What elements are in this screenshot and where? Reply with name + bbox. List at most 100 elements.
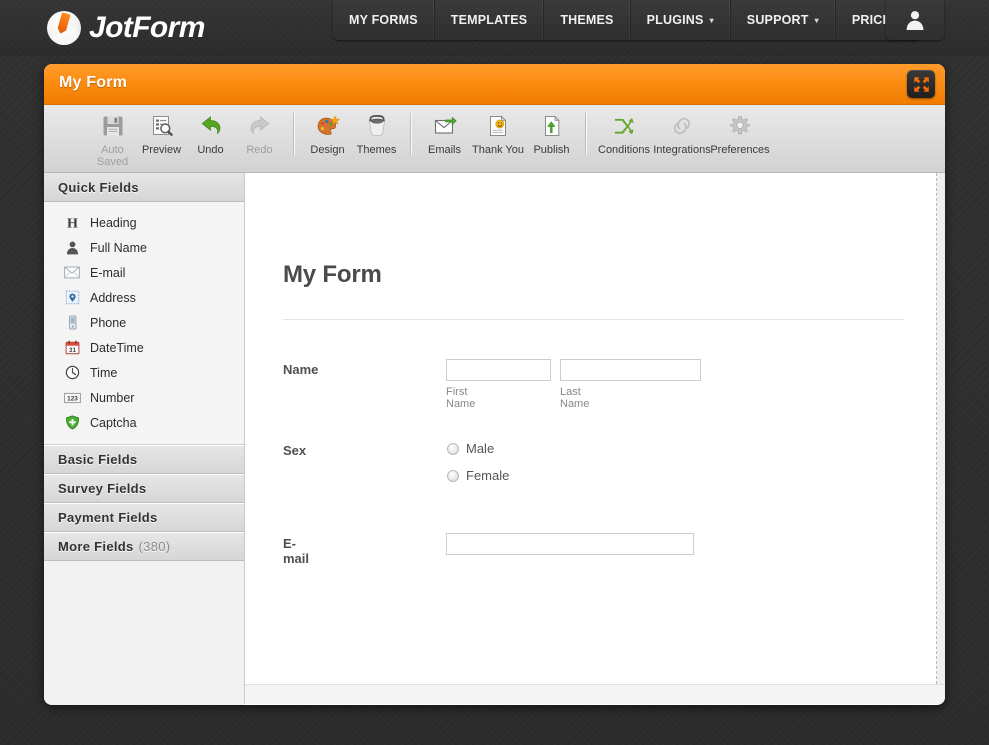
panel-header-basic-fields[interactable]: Basic Fields: [44, 445, 244, 474]
svg-text:31: 31: [69, 347, 76, 354]
quick-field-time[interactable]: Time: [44, 360, 244, 385]
field-label-sex: Sex: [283, 443, 307, 458]
nav-item-themes[interactable]: THEMES: [544, 0, 631, 40]
number-123-icon: 123: [62, 389, 82, 407]
panel-header-survey-fields[interactable]: Survey Fields: [44, 474, 244, 503]
radio-option-female[interactable]: Female: [447, 468, 509, 483]
quick-field-number[interactable]: 123 Number: [44, 385, 244, 410]
form-title-bar: My Form: [44, 64, 945, 105]
svg-text:123: 123: [67, 395, 78, 402]
envelope-icon: [62, 264, 82, 282]
form-canvas: My Form Name First Name Last Name Sex Ma…: [245, 173, 945, 704]
panel-header-payment-fields[interactable]: Payment Fields: [44, 503, 244, 532]
themes-button[interactable]: Themes: [352, 111, 401, 156]
quick-field-label: Heading: [90, 215, 137, 230]
panel-header-quick-fields[interactable]: Quick Fields: [44, 173, 244, 202]
mobile-phone-icon: [62, 314, 82, 332]
radio-button-female[interactable]: [447, 469, 459, 482]
sidebar-empty-area: [44, 561, 244, 705]
jotform-pen-logo-icon: [47, 11, 81, 45]
builder-toolbar: Auto Saved Preview Undo Redo Design Them…: [44, 105, 945, 173]
envelope-arrow-icon: [433, 111, 457, 141]
toolbar-separator: [585, 113, 586, 155]
quick-field-phone[interactable]: Phone: [44, 310, 244, 335]
thank-you-label: Thank You: [472, 144, 524, 156]
top-bar: JotForm MY FORMS TEMPLATES THEMES PLUGIN…: [0, 0, 989, 56]
quick-field-label: Phone: [90, 315, 127, 330]
quick-field-captcha[interactable]: Captcha: [44, 410, 244, 435]
first-name-sublabel: First Name: [446, 386, 476, 410]
chevron-down-icon: ▾: [709, 15, 714, 25]
redo-label: Redo: [246, 144, 273, 156]
expand-arrows-icon: [913, 76, 929, 92]
calendar-31-icon: 31: [62, 339, 82, 357]
nav-label: TEMPLATES: [450, 13, 528, 27]
field-label-name: Name: [283, 362, 319, 377]
preview-button[interactable]: Preview: [137, 111, 186, 156]
radio-button-male[interactable]: [447, 442, 459, 455]
quick-field-label: E-mail: [90, 265, 126, 280]
conditions-arrows-icon: [612, 111, 636, 141]
preferences-label: Preferences: [710, 144, 770, 156]
nav-item-templates[interactable]: TEMPLATES: [435, 0, 545, 40]
last-name-sublabel: Last Name: [560, 386, 590, 410]
thank-you-button[interactable]: Thank You: [469, 111, 527, 156]
thankyou-page-icon: [486, 111, 510, 141]
integrations-label: Integrations: [653, 144, 711, 156]
chevron-down-icon: ▾: [814, 15, 819, 25]
paint-bucket-icon: [365, 111, 389, 141]
account-avatar-button[interactable]: [886, 0, 944, 40]
quick-field-label: Captcha: [90, 415, 137, 430]
main-navigation: MY FORMS TEMPLATES THEMES PLUGINS ▾ SUPP…: [333, 0, 922, 40]
nav-item-plugins[interactable]: PLUGINS ▾: [631, 0, 731, 40]
clock-icon: [62, 364, 82, 382]
first-name-input[interactable]: [446, 359, 551, 381]
nav-label: PLUGINS: [646, 13, 704, 27]
quick-field-full-name[interactable]: Full Name: [44, 235, 244, 260]
nav-label: SUPPORT: [746, 13, 809, 27]
conditions-button[interactable]: Conditions: [595, 111, 653, 156]
toolbar-separator: [293, 113, 294, 155]
form-sheet-footer: [245, 684, 944, 704]
nav-item-my-forms[interactable]: MY FORMS: [333, 0, 435, 40]
expand-fullscreen-button[interactable]: [907, 70, 935, 98]
more-fields-count: (380): [138, 539, 171, 554]
radio-option-male[interactable]: Male: [447, 441, 494, 456]
quick-field-heading[interactable]: H Heading: [44, 210, 244, 235]
quick-field-address[interactable]: Address: [44, 285, 244, 310]
email-input[interactable]: [446, 533, 694, 555]
quick-field-label: Full Name: [90, 240, 147, 255]
quick-field-datetime[interactable]: 31 DateTime: [44, 335, 244, 360]
form-heading-divider: [283, 319, 904, 320]
last-name-input[interactable]: [560, 359, 701, 381]
publish-label: Publish: [533, 144, 570, 156]
quick-field-label: Time: [90, 365, 118, 380]
design-button[interactable]: Design: [303, 111, 352, 156]
form-heading: My Form: [283, 261, 382, 288]
auto-saved-label: Auto Saved: [96, 144, 129, 168]
panel-header-label: More Fields: [58, 539, 134, 554]
preferences-button[interactable]: Preferences: [710, 111, 770, 156]
svg-text:H: H: [67, 216, 78, 230]
jotform-logo[interactable]: JotForm: [47, 7, 205, 49]
radio-label-male: Male: [466, 441, 495, 456]
panel-header-more-fields[interactable]: More Fields (380): [44, 532, 244, 561]
undo-button[interactable]: Undo: [186, 111, 235, 156]
emails-label: Emails: [427, 144, 461, 156]
publish-button[interactable]: Publish: [527, 111, 576, 156]
integrations-button[interactable]: Integrations: [653, 111, 711, 156]
address-marker-icon: [62, 289, 82, 307]
design-label: Design: [310, 144, 345, 156]
logo-wordmark: JotForm: [89, 11, 205, 44]
chain-link-icon: [670, 111, 694, 141]
redo-arrow-icon: [248, 111, 272, 141]
quick-field-label: Number: [90, 390, 135, 405]
quick-field-email[interactable]: E-mail: [44, 260, 244, 285]
form-sheet: [245, 173, 937, 684]
quick-fields-list: H Heading Full Name E-mail Address Phone…: [44, 202, 244, 445]
nav-label: THEMES: [560, 13, 614, 27]
emails-button[interactable]: Emails: [420, 111, 469, 156]
form-title-text: My Form: [59, 74, 128, 91]
nav-item-support[interactable]: SUPPORT ▾: [731, 0, 836, 40]
person-bust-icon: [62, 239, 82, 257]
